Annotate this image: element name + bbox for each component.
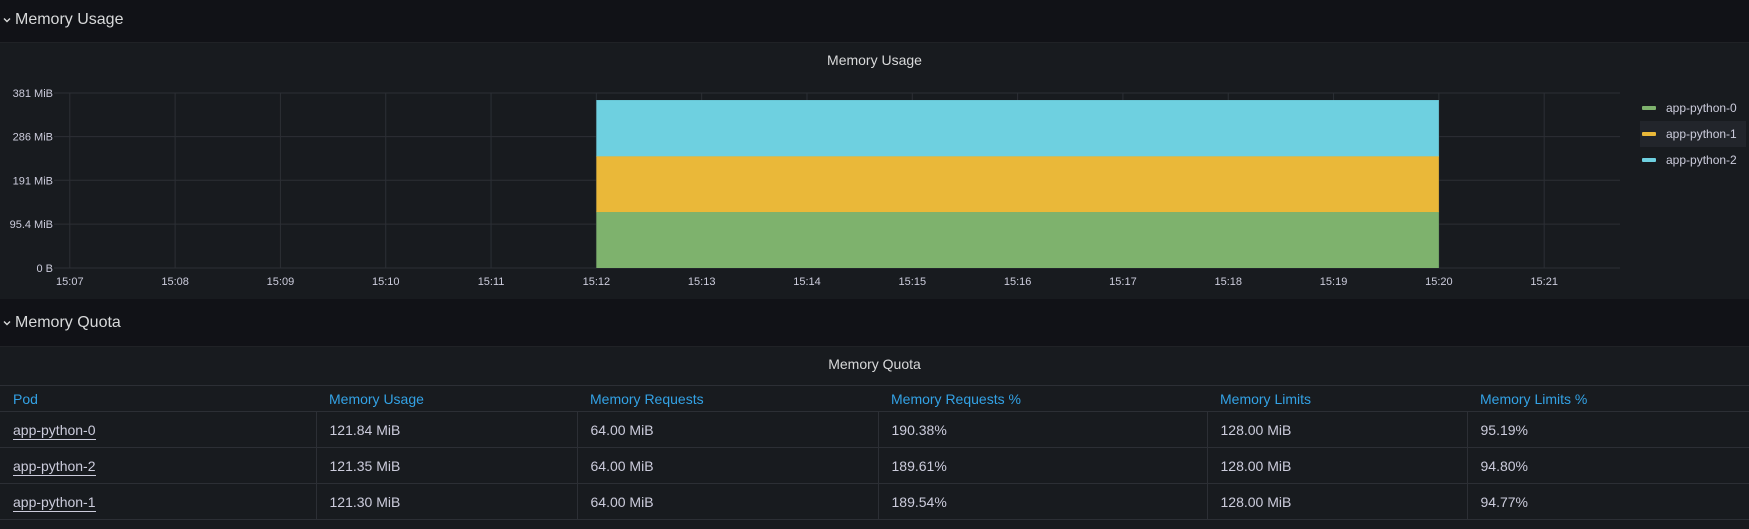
area-app-python-1 bbox=[596, 156, 1439, 213]
table-row: app-python-0 121.84 MiB 64.00 MiB 190.38… bbox=[0, 411, 1749, 448]
x-tick-label: 15:13 bbox=[688, 276, 716, 288]
y-tick-label: 0 B bbox=[36, 263, 53, 275]
row-header-memory-usage[interactable]: Memory Usage bbox=[0, 0, 1749, 40]
area-app-python-0 bbox=[596, 212, 1439, 268]
x-tick-label: 15:12 bbox=[583, 276, 611, 288]
x-tick-label: 15:10 bbox=[372, 276, 400, 288]
row-header-memory-quota[interactable]: Memory Quota bbox=[0, 303, 1749, 343]
memory-usage-panel: Memory Usage 0 B 95.4 MiB 191 MiB 286 MiB 38… bbox=[0, 42, 1749, 299]
column-header-memory-limits[interactable]: Memory Limits bbox=[1207, 385, 1467, 412]
y-tick-label: 286 MiB bbox=[13, 132, 53, 144]
column-header-memory-limits-pct[interactable]: Memory Limits % bbox=[1467, 385, 1749, 412]
x-tick-label: 15:18 bbox=[1214, 276, 1242, 288]
table-row: app-python-1 121.30 MiB 64.00 MiB 189.54… bbox=[0, 483, 1749, 520]
cell-memory-requests: 64.00 MiB bbox=[577, 447, 879, 484]
chart-legend: app-python-0 app-python-1 app-python-2 bbox=[1640, 95, 1746, 173]
cell-memory-usage: 121.35 MiB bbox=[316, 447, 578, 484]
x-tick-label: 15:17 bbox=[1109, 276, 1137, 288]
memory-quota-panel: Memory Quota Pod Memory Usage Memory Req… bbox=[0, 346, 1749, 529]
x-tick-label: 15:15 bbox=[899, 276, 927, 288]
cell-memory-limits-pct: 94.77% bbox=[1467, 483, 1749, 520]
table-row: app-python-2 121.35 MiB 64.00 MiB 189.61… bbox=[0, 447, 1749, 484]
cell-memory-usage: 121.84 MiB bbox=[316, 411, 578, 448]
column-header-memory-requests-pct[interactable]: Memory Requests % bbox=[878, 385, 1207, 412]
column-header-pod[interactable]: Pod bbox=[0, 385, 316, 412]
x-tick-label: 15:20 bbox=[1425, 276, 1453, 288]
cell-memory-requests: 64.00 MiB bbox=[577, 411, 879, 448]
cell-memory-limits-pct: 95.19% bbox=[1467, 411, 1749, 448]
legend-item-app-python-1[interactable]: app-python-1 bbox=[1640, 121, 1746, 147]
column-header-memory-requests[interactable]: Memory Requests bbox=[577, 385, 878, 412]
legend-swatch bbox=[1642, 132, 1656, 136]
x-tick-label: 15:07 bbox=[56, 276, 84, 288]
cell-pod: app-python-1 bbox=[0, 483, 317, 520]
memory-quota-table: Pod Memory Usage Memory Requests Memory … bbox=[0, 385, 1749, 520]
x-tick-label: 15:14 bbox=[793, 276, 821, 288]
cell-memory-limits: 128.00 MiB bbox=[1207, 411, 1468, 448]
area-app-python-2 bbox=[596, 100, 1439, 157]
chevron-down-icon bbox=[2, 318, 12, 328]
cell-memory-limits-pct: 94.80% bbox=[1467, 447, 1749, 484]
y-tick-label: 95.4 MiB bbox=[10, 219, 53, 231]
cell-memory-requests-pct: 189.61% bbox=[878, 447, 1208, 484]
legend-label: app-python-1 bbox=[1666, 127, 1737, 141]
legend-swatch bbox=[1642, 158, 1656, 162]
legend-label: app-python-2 bbox=[1666, 153, 1737, 167]
cell-memory-limits: 128.00 MiB bbox=[1207, 447, 1468, 484]
pod-link[interactable]: app-python-0 bbox=[13, 421, 96, 440]
legend-label: app-python-0 bbox=[1666, 101, 1737, 115]
panel-title: Memory Quota bbox=[828, 356, 921, 372]
legend-item-app-python-2[interactable]: app-python-2 bbox=[1640, 147, 1746, 173]
legend-swatch bbox=[1642, 106, 1656, 110]
row-title: Memory Quota bbox=[15, 314, 121, 331]
x-tick-label: 15:19 bbox=[1320, 276, 1348, 288]
row-title: Memory Usage bbox=[15, 11, 124, 28]
x-tick-label: 15:21 bbox=[1530, 276, 1558, 288]
x-tick-label: 15:16 bbox=[1004, 276, 1032, 288]
cell-memory-limits: 128.00 MiB bbox=[1207, 483, 1468, 520]
y-tick-label: 191 MiB bbox=[13, 175, 53, 187]
cell-memory-requests: 64.00 MiB bbox=[577, 483, 879, 520]
column-header-memory-usage[interactable]: Memory Usage bbox=[316, 385, 577, 412]
cell-pod: app-python-0 bbox=[0, 411, 317, 448]
table-header-row: Pod Memory Usage Memory Requests Memory … bbox=[0, 385, 1749, 412]
cell-memory-requests-pct: 189.54% bbox=[878, 483, 1208, 520]
pod-link[interactable]: app-python-1 bbox=[13, 493, 96, 512]
x-tick-label: 15:11 bbox=[478, 276, 505, 288]
x-tick-label: 15:09 bbox=[267, 276, 295, 288]
cell-memory-usage: 121.30 MiB bbox=[316, 483, 578, 520]
chevron-down-icon bbox=[2, 15, 12, 25]
memory-usage-chart: 0 B 95.4 MiB 191 MiB 286 MiB 381 MiB 15:07 15:… bbox=[10, 88, 1620, 288]
legend-item-app-python-0[interactable]: app-python-0 bbox=[1640, 95, 1746, 121]
cell-pod: app-python-2 bbox=[0, 447, 317, 484]
y-tick-label: 381 MiB bbox=[13, 88, 53, 100]
pod-link[interactable]: app-python-2 bbox=[13, 457, 96, 476]
x-tick-label: 15:08 bbox=[161, 276, 189, 288]
cell-memory-requests-pct: 190.38% bbox=[878, 411, 1208, 448]
